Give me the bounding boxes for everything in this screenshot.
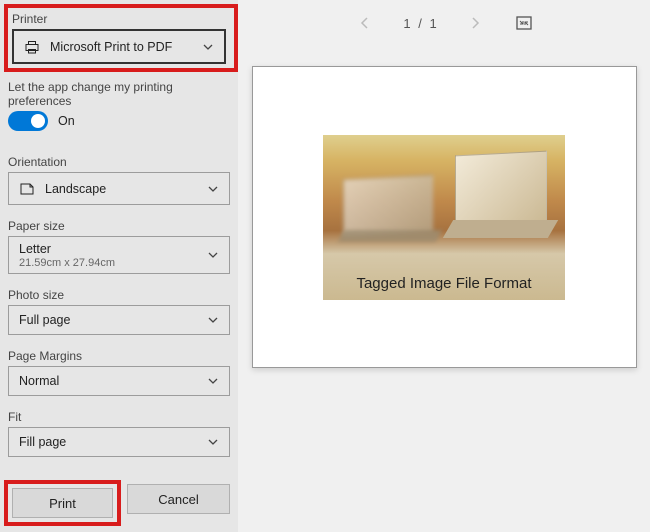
chevron-down-icon <box>207 314 219 326</box>
print-highlight: Print <box>4 480 121 526</box>
orientation-label: Orientation <box>8 155 230 169</box>
photo-size-value: Full page <box>19 313 70 327</box>
toggle-knob <box>31 114 45 128</box>
fit-label: Fit <box>8 410 230 424</box>
margins-select[interactable]: Normal <box>8 366 230 396</box>
chevron-down-icon <box>207 249 219 261</box>
page-current: 1 <box>403 16 410 31</box>
preview-image: Tagged Image File Format <box>323 135 565 300</box>
printer-icon <box>24 39 40 55</box>
app-prefs-label: Let the app change my printing preferenc… <box>8 80 230 108</box>
next-page-button[interactable] <box>463 11 487 35</box>
orientation-block: Orientation Landscape <box>8 155 230 205</box>
landscape-icon <box>19 181 35 197</box>
orientation-value: Landscape <box>45 182 106 196</box>
photo-size-label: Photo size <box>8 288 230 302</box>
app-prefs-block: Let the app change my printing preferenc… <box>8 80 230 131</box>
preview-area: 1 / 1 Tagged Image File Format <box>238 0 650 532</box>
print-button[interactable]: Print <box>12 488 113 518</box>
paper-size-select[interactable]: Letter 21.59cm x 27.94cm <box>8 236 230 274</box>
page-total: 1 <box>429 16 436 31</box>
printer-value: Microsoft Print to PDF <box>50 40 172 54</box>
margins-block: Page Margins Normal <box>8 349 230 396</box>
chevron-down-icon <box>207 375 219 387</box>
laptop-shape <box>343 174 433 237</box>
laptop-shape <box>455 150 547 227</box>
printer-label: Printer <box>12 12 226 26</box>
fit-to-window-button[interactable] <box>513 13 535 33</box>
action-buttons: Print Cancel <box>8 484 230 532</box>
paper-size-label: Paper size <box>8 219 230 233</box>
print-settings-sidebar: Printer Microsoft Print to PDF Let the a… <box>0 0 238 532</box>
app-prefs-toggle[interactable]: On <box>8 111 230 131</box>
orientation-select[interactable]: Landscape <box>8 172 230 205</box>
page-separator: / <box>418 16 422 31</box>
paper-size-value: Letter <box>19 242 51 256</box>
photo-size-select[interactable]: Full page <box>8 305 230 335</box>
toggle-state: On <box>58 114 75 128</box>
chevron-down-icon <box>207 436 219 448</box>
laptop-shape <box>338 230 442 242</box>
page-indicator: 1 / 1 <box>403 16 436 31</box>
chevron-down-icon <box>207 183 219 195</box>
preview-caption: Tagged Image File Format <box>323 275 565 292</box>
fit-select[interactable]: Fill page <box>8 427 230 457</box>
margins-value: Normal <box>19 374 59 388</box>
page-preview[interactable]: Tagged Image File Format <box>252 66 637 368</box>
toggle-track <box>8 111 48 131</box>
paper-size-sub: 21.59cm x 27.94cm <box>19 257 115 269</box>
margins-label: Page Margins <box>8 349 230 363</box>
preview-body: Tagged Image File Format <box>238 46 650 532</box>
laptop-shape <box>443 220 558 238</box>
paper-size-block: Paper size Letter 21.59cm x 27.94cm <box>8 219 230 274</box>
chevron-down-icon <box>202 41 214 53</box>
fit-value: Fill page <box>19 435 66 449</box>
pager: 1 / 1 <box>238 0 650 46</box>
printer-select[interactable]: Microsoft Print to PDF <box>12 29 226 64</box>
printer-highlight: Printer Microsoft Print to PDF <box>4 4 238 72</box>
prev-page-button[interactable] <box>353 11 377 35</box>
fit-block: Fit Fill page <box>8 410 230 457</box>
cancel-button[interactable]: Cancel <box>127 484 230 514</box>
photo-size-block: Photo size Full page <box>8 288 230 335</box>
